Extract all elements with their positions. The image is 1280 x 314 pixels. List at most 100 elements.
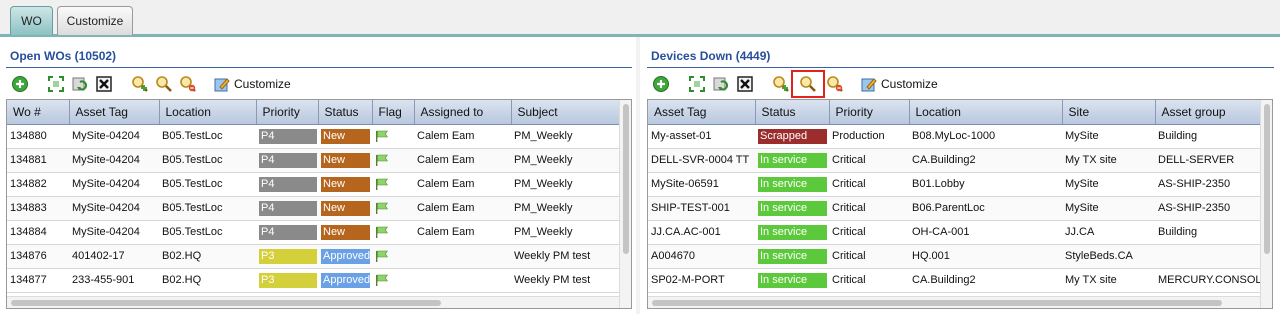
cell-priority: P4: [256, 124, 318, 149]
cell-asset-group: AS-SHIP-2350: [1155, 196, 1271, 221]
column-header-location[interactable]: Location: [909, 100, 1063, 125]
table-row[interactable]: 134880 MySite-04204 B05.TestLoc P4 New Calem …: [7, 124, 621, 149]
column-header-location[interactable]: Location: [159, 100, 257, 125]
table-row[interactable]: A004670 In service Critical HQ.001 StyleBeds…: [648, 244, 1271, 269]
delete-icon[interactable]: [735, 74, 755, 94]
devices-down-panel: Devices Down (4449) Customize Asset Tag …: [640, 37, 1280, 314]
tab-bar: WO Customize: [0, 0, 1280, 37]
cell-location: HQ.001: [909, 244, 1062, 269]
column-header-subject[interactable]: Subject: [511, 100, 622, 125]
cell-location: B02.HQ: [159, 268, 256, 293]
column-header-asset-tag[interactable]: Asset Tag: [648, 100, 756, 125]
table-row[interactable]: SP02-M-PORT In service Critical CA.Building…: [648, 268, 1271, 293]
table-row[interactable]: 134876 401402-17 B02.HQ P3 Approved Weekly PM…: [7, 244, 621, 269]
devices-down-table: Asset Tag Status Priority Location Site Asset…: [648, 100, 1272, 293]
table-row[interactable]: MySite-06591 In service Critical B01.Lobby M…: [648, 172, 1271, 197]
flag-icon[interactable]: [375, 202, 389, 215]
cell-asset-tag: 233-455-901: [69, 268, 159, 293]
cell-assigned-to: Calem Eam: [414, 196, 511, 221]
table-row[interactable]: 134884 MySite-04204 B05.TestLoc P4 New Calem …: [7, 220, 621, 245]
priority-badge: P4: [259, 224, 317, 240]
cell-status: New: [318, 148, 372, 173]
status-badge: In service: [758, 176, 827, 192]
column-header-flag[interactable]: Flag: [372, 100, 415, 125]
cell-asset-tag: MySite-06591: [648, 172, 755, 197]
cell-asset-tag: SP02-M-PORT: [648, 268, 755, 293]
vertical-scrollbar[interactable]: [619, 100, 631, 308]
cell-asset-tag: MySite-04204: [69, 172, 159, 197]
cell-asset-tag: MySite-04204: [69, 148, 159, 173]
refresh-icon[interactable]: [711, 74, 731, 94]
flag-icon[interactable]: [375, 178, 389, 191]
cell-location: OH-CA-001: [909, 220, 1062, 245]
cell-location: B08.MyLoc-1000: [909, 124, 1062, 149]
cell-location: B06.ParentLoc: [909, 196, 1062, 221]
search-remove-icon[interactable]: [825, 74, 845, 94]
scroll-thumb[interactable]: [11, 300, 441, 306]
open-wos-title: Open WOs (10502): [10, 49, 117, 63]
table-row[interactable]: My-asset-01 Scrapped Production B08.MyLoc-1…: [648, 124, 1271, 149]
column-header-assigned-to[interactable]: Assigned to: [414, 100, 512, 125]
cell-wo: 134883: [7, 196, 69, 221]
column-header-status[interactable]: Status: [755, 100, 830, 125]
priority-badge: P3: [259, 248, 317, 264]
cell-status: Approved: [318, 268, 372, 293]
search-remove-icon[interactable]: [178, 74, 198, 94]
customize-button[interactable]: Customize: [214, 76, 291, 92]
column-header-wo[interactable]: Wo #: [7, 100, 70, 125]
tab-customize[interactable]: Customize: [57, 6, 133, 35]
customize-label: Customize: [881, 77, 938, 91]
table-row[interactable]: JJ.CA.AC-001 In service Critical OH-CA-001 J…: [648, 220, 1271, 245]
search-icon[interactable]: [771, 74, 791, 94]
expand-icon[interactable]: [687, 74, 707, 94]
flag-icon[interactable]: [375, 274, 389, 287]
refresh-icon[interactable]: [70, 74, 90, 94]
flag-icon[interactable]: [375, 154, 389, 167]
delete-icon[interactable]: [94, 74, 114, 94]
cell-assigned-to: [414, 268, 511, 293]
cell-subject: Weekly PM test: [511, 268, 621, 293]
column-header-asset-group[interactable]: Asset group: [1155, 100, 1272, 125]
cell-status: In service: [755, 148, 829, 173]
cell-status: New: [318, 124, 372, 149]
horizontal-scrollbar[interactable]: [648, 296, 1260, 308]
cell-assigned-to: Calem Eam: [414, 148, 511, 173]
scroll-thumb[interactable]: [623, 104, 629, 254]
add-icon[interactable]: [10, 74, 30, 94]
cell-status: In service: [755, 244, 829, 269]
scroll-thumb[interactable]: [1264, 104, 1270, 254]
table-row[interactable]: DELL-SVR-0004 TT In service Critical CA.Bui…: [648, 148, 1271, 173]
flag-icon[interactable]: [375, 130, 389, 143]
flag-icon[interactable]: [375, 226, 389, 239]
add-icon[interactable]: [651, 74, 671, 94]
column-header-site[interactable]: Site: [1062, 100, 1156, 125]
cell-site: MySite: [1062, 196, 1155, 221]
status-badge: Approved: [321, 248, 371, 264]
customize-button[interactable]: Customize: [861, 76, 938, 92]
table-row[interactable]: 134883 MySite-04204 B05.TestLoc P4 New Calem …: [7, 196, 621, 221]
cell-priority: P4: [256, 196, 318, 221]
column-header-asset-tag[interactable]: Asset Tag: [69, 100, 160, 125]
scroll-thumb[interactable]: [652, 300, 1222, 306]
priority-badge: P4: [259, 152, 317, 168]
column-header-priority[interactable]: Priority: [256, 100, 319, 125]
search-clear-icon[interactable]: [791, 70, 825, 98]
tab-wo[interactable]: WO: [10, 6, 53, 35]
priority-badge: P4: [259, 128, 317, 144]
vertical-scrollbar[interactable]: [1260, 100, 1272, 308]
table-row[interactable]: 134882 MySite-04204 B05.TestLoc P4 New Calem …: [7, 172, 621, 197]
cell-asset-tag: MySite-04204: [69, 196, 159, 221]
expand-icon[interactable]: [46, 74, 66, 94]
open-wos-table: Wo # Asset Tag Location Priority Status Flag A…: [7, 100, 622, 293]
flag-icon[interactable]: [375, 250, 389, 263]
horizontal-scrollbar[interactable]: [7, 296, 619, 308]
search-clear-icon[interactable]: [154, 74, 174, 94]
cell-flag: [372, 124, 414, 149]
table-row[interactable]: 134881 MySite-04204 B05.TestLoc P4 New Calem …: [7, 148, 621, 173]
table-row[interactable]: 134877 233-455-901 B02.HQ P3 Approved Weekly …: [7, 268, 621, 293]
column-header-status[interactable]: Status: [318, 100, 373, 125]
search-icon[interactable]: [130, 74, 150, 94]
devices-down-grid: Asset Tag Status Priority Location Site Asset…: [647, 99, 1273, 309]
table-row[interactable]: SHIP-TEST-001 In service Critical B06.Paren…: [648, 196, 1271, 221]
column-header-priority[interactable]: Priority: [829, 100, 910, 125]
